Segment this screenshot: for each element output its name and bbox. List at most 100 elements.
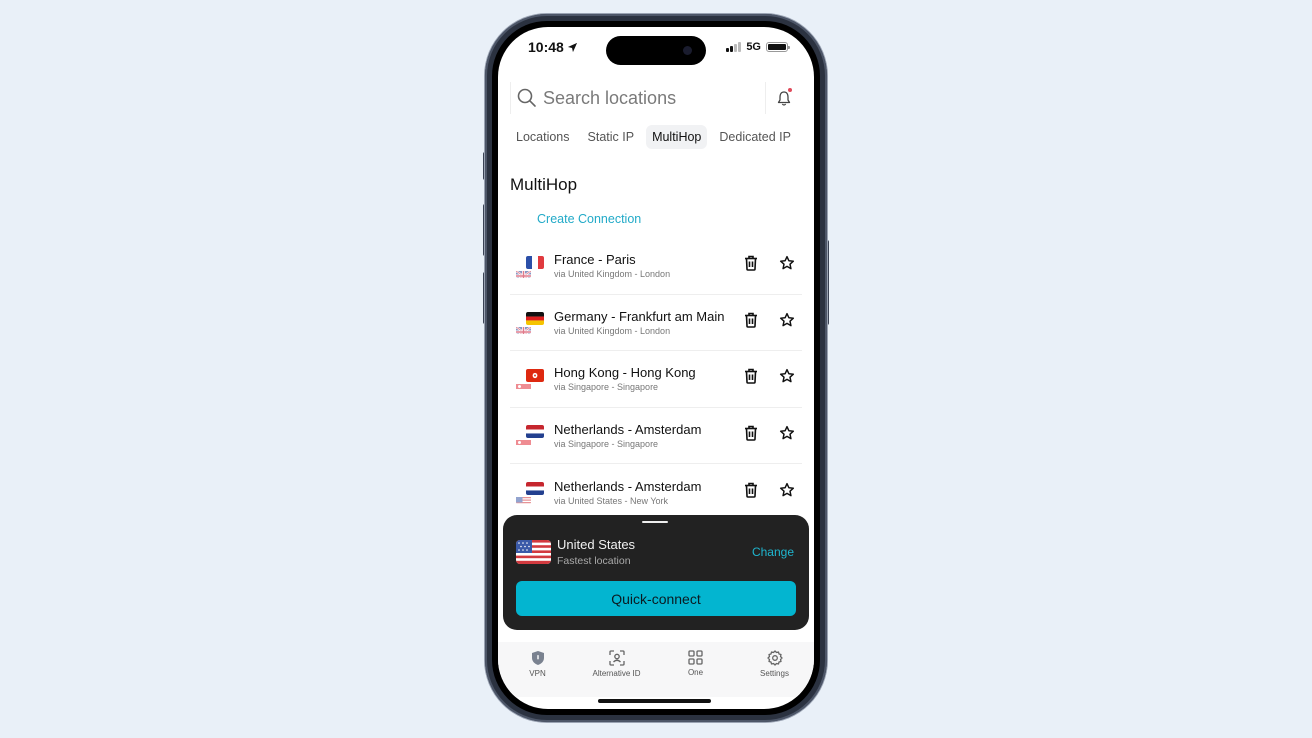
tab-static-ip[interactable]: Static IP [582,125,641,149]
gear-icon [766,650,783,666]
delete-button[interactable] [740,368,762,390]
search-field[interactable] [511,82,766,114]
tab-locations[interactable]: Locations [510,125,576,149]
connection-row[interactable]: Netherlands - Amsterdam via Singapore - … [510,408,802,464]
connection-via: via Singapore - Singapore [554,438,659,449]
face-scan-icon [608,650,625,666]
connection-row[interactable]: Germany - Frankfurt am Main via United K… [510,295,802,351]
row-actions [740,424,798,446]
flag-pair [516,421,552,449]
tab-multihop[interactable]: MultiHop [646,125,708,149]
status-time: 10:48 [528,39,578,55]
selected-location-subtitle: Fastest location [557,555,631,567]
hong-kong-flag-icon [526,368,544,382]
selected-country: United States [557,537,636,552]
favorite-button[interactable] [776,424,798,446]
status-bar: 10:48 5G [498,27,814,71]
multihop-list: France - Paris via United Kingdom - Lond… [510,238,802,521]
connection-text: France - Paris via United Kingdom - Lond… [552,252,740,279]
favorite-button[interactable] [776,368,798,390]
united-states-flag-icon [516,494,531,505]
star-icon [779,425,795,446]
create-connection-link[interactable]: Create Connection [537,212,641,226]
connection-title: Netherlands - Amsterdam [554,478,702,494]
connection-row[interactable]: Hong Kong - Hong Kong via Singapore - Si… [510,351,802,408]
quick-connect-button[interactable]: Quick-connect [516,581,796,616]
united-kingdom-flag-icon [516,324,531,335]
germany-flag-icon [526,312,544,326]
status-indicators: 5G [726,41,790,53]
connection-text: Netherlands - Amsterdam via Singapore - … [552,422,740,449]
trash-icon [744,425,758,446]
nav-alternative-id[interactable]: Alternative ID [577,642,656,697]
connection-text: Hong Kong - Hong Kong via Singapore - Si… [552,365,740,392]
france-flag-icon [526,255,544,269]
row-actions [740,255,798,277]
time-text: 10:48 [528,39,564,55]
connection-via: via United Kingdom - London [554,325,671,336]
nav-vpn[interactable]: VPN [498,642,577,697]
battery-icon [766,42,790,52]
trash-icon [744,312,758,333]
united-kingdom-flag-icon [516,268,531,278]
location-arrow-icon [567,42,577,52]
netherlands-flag-icon [526,425,544,439]
network-type: 5G [746,41,761,53]
netherlands-flag-icon [526,482,544,496]
row-actions [740,311,798,333]
connection-row[interactable]: Netherlands - Amsterdam via United State… [510,464,802,521]
search-input[interactable] [543,87,763,109]
star-icon [779,312,795,333]
flag-pair [516,365,552,393]
connection-row[interactable]: France - Paris via United Kingdom - Lond… [510,238,802,295]
star-icon [779,482,795,503]
delete-button[interactable] [740,424,762,446]
nav-one[interactable]: One [656,642,735,697]
tab-dedicated-ip[interactable]: Dedicated IP [713,125,797,149]
change-location-button[interactable]: Change [752,545,794,559]
favorite-button[interactable] [776,311,798,333]
flag-pair [516,252,552,280]
flag-pair [516,478,552,506]
star-icon [779,368,795,389]
phone-screen: 10:48 5G Search locations Locations Stat… [498,27,814,709]
star-icon [779,255,795,276]
row-actions [740,368,798,390]
section-title: MultiHop [510,175,578,194]
nav-label: Alternative ID [592,669,641,678]
connection-title: Netherlands - Amsterdam [554,421,702,437]
search-bar [510,82,802,114]
connection-title: Hong Kong - Hong Kong [554,365,696,381]
nav-label: Settings [760,669,789,678]
singapore-flag-icon [516,437,531,448]
home-indicator[interactable] [598,699,711,703]
dynamic-island [606,36,706,65]
connection-via: via United States - New York [554,495,669,506]
delete-button[interactable] [740,481,762,503]
shield-icon [531,651,544,665]
phone-frame: 10:48 5G Search locations Locations Stat… [485,14,827,722]
favorite-button[interactable] [776,255,798,277]
nav-settings[interactable]: Settings [735,642,814,697]
favorite-button[interactable] [776,481,798,503]
delete-button[interactable] [740,311,762,333]
grid-icon [688,650,703,665]
connection-title: Germany - Frankfurt am Main [554,308,725,324]
signal-icon [726,42,742,52]
location-tabs: Locations Static IP MultiHop Dedicated I… [510,125,804,149]
bottom-nav: VPN Alternative ID One Settings [498,642,814,697]
nav-label: VPN [529,669,546,678]
nav-label: One [687,668,704,677]
notifications-button[interactable] [766,82,802,114]
singapore-flag-icon [516,381,531,391]
row-actions [740,481,798,503]
us-flag-icon [516,540,551,564]
quick-connect-card: United States Fastest location Change Qu… [503,515,809,630]
connection-text: Netherlands - Amsterdam via United State… [552,479,740,506]
delete-button[interactable] [740,255,762,277]
drag-handle[interactable] [642,521,668,523]
trash-icon [744,368,758,389]
connection-text: Germany - Frankfurt am Main via United K… [552,309,740,336]
connection-via: via United Kingdom - London [554,269,671,280]
trash-icon [744,482,758,503]
